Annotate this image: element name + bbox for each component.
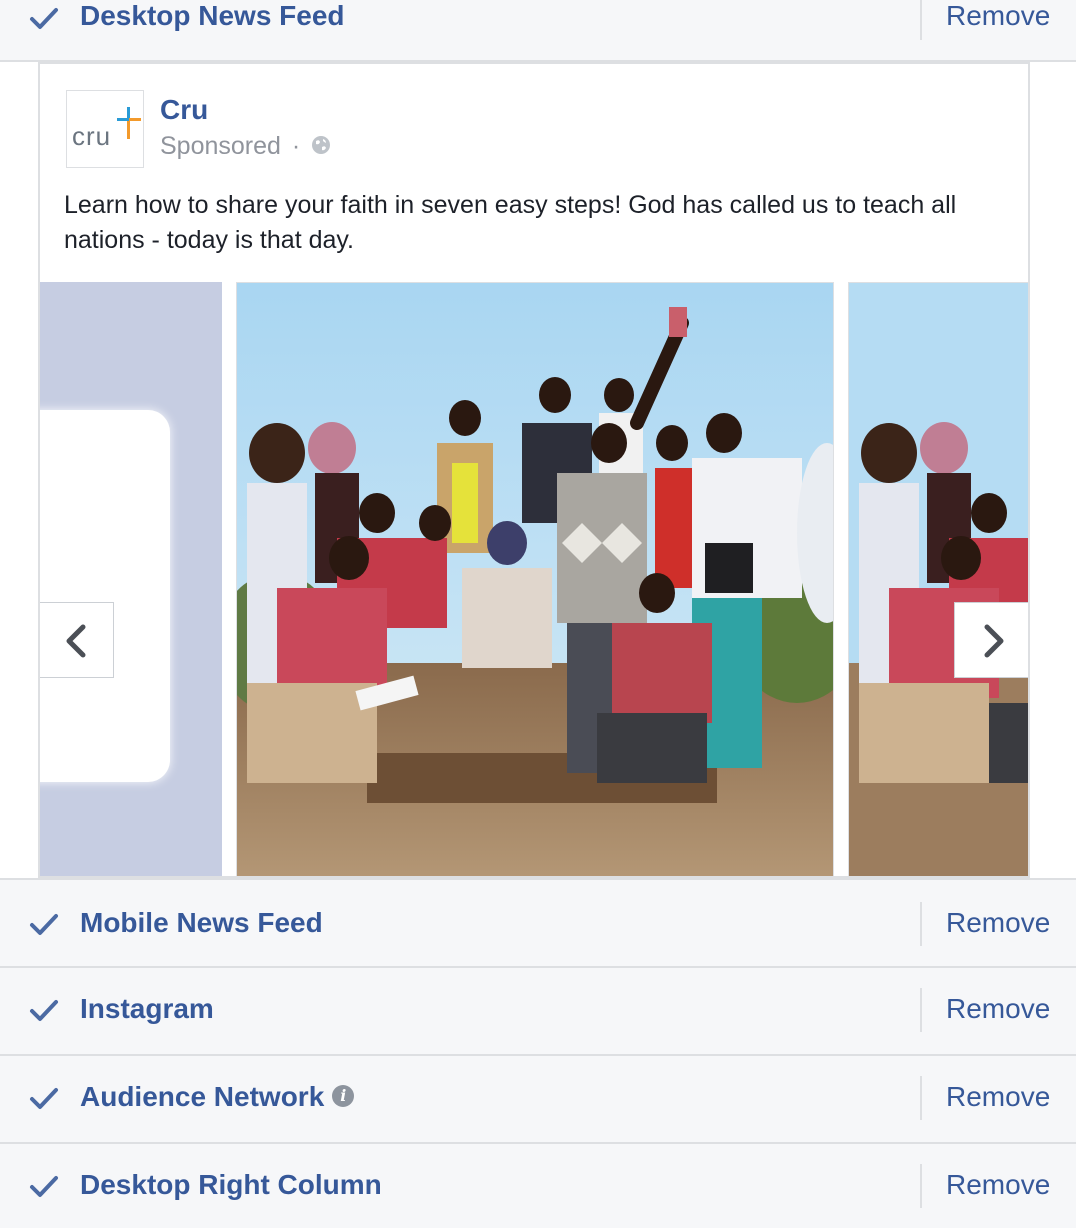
- check-icon: [30, 8, 58, 29]
- info-icon[interactable]: i: [332, 1084, 355, 1107]
- chevron-right-icon: [984, 624, 1004, 658]
- cross-logo-icon: [117, 107, 141, 139]
- check-icon: [30, 914, 58, 935]
- placement-row-desktop-right-column: Desktop Right Column Remove: [0, 1144, 1076, 1228]
- separator-dot: ·: [291, 132, 301, 160]
- placement-row-audience-network: Audience Network i Remove: [0, 1056, 1076, 1144]
- remove-mobile-news-feed-button[interactable]: Remove: [946, 907, 1050, 939]
- page-name-link[interactable]: Cru: [160, 94, 208, 126]
- placement-label: Audience Network: [80, 1081, 325, 1112]
- check-icon: [30, 1000, 58, 1021]
- globe-icon: [312, 136, 331, 155]
- sponsored-label: Sponsored: [160, 132, 281, 160]
- divider: [920, 902, 922, 946]
- carousel-card-current[interactable]: [236, 282, 834, 876]
- placement-label: Desktop Right Column: [80, 1169, 382, 1200]
- divider: [920, 0, 922, 40]
- divider: [920, 1076, 922, 1120]
- carousel-card-previous[interactable]: [40, 282, 222, 876]
- logo-wordmark: cru: [72, 121, 112, 151]
- carousel-card-next[interactable]: [848, 282, 1028, 876]
- placement-label: Desktop News Feed: [80, 0, 345, 31]
- group-photo-next-image: [849, 283, 1028, 876]
- carousel-next-button[interactable]: [954, 602, 1028, 678]
- remove-desktop-news-feed-button[interactable]: Remove: [946, 0, 1050, 32]
- remove-audience-network-button[interactable]: Remove: [946, 1081, 1050, 1113]
- ad-body-text: Learn how to share your faith in seven e…: [64, 191, 957, 254]
- divider: [920, 1164, 922, 1208]
- check-icon: [30, 1088, 58, 1109]
- remove-desktop-right-column-button[interactable]: Remove: [946, 1169, 1050, 1201]
- group-photo-image: [237, 283, 833, 876]
- carousel-prev-button[interactable]: [40, 602, 114, 678]
- sponsored-label-row: Sponsored ·: [160, 132, 331, 161]
- placement-row-instagram: Instagram Remove: [0, 968, 1076, 1056]
- placement-label-with-info: Audience Network i: [80, 1081, 355, 1113]
- previous-card-content: [40, 410, 170, 782]
- check-icon: [30, 1176, 58, 1197]
- divider: [920, 988, 922, 1032]
- placement-label: Mobile News Feed: [80, 907, 323, 938]
- placement-label: Instagram: [80, 993, 214, 1024]
- remove-instagram-button[interactable]: Remove: [946, 993, 1050, 1025]
- ad-preview-card: cru Cru Sponsored · Learn how to share y…: [38, 62, 1030, 878]
- page-logo[interactable]: cru: [66, 90, 144, 168]
- placement-row-mobile-news-feed: Mobile News Feed Remove: [0, 878, 1076, 968]
- placement-row-desktop-news-feed: Desktop News Feed Remove: [0, 0, 1076, 62]
- chevron-left-icon: [66, 624, 86, 658]
